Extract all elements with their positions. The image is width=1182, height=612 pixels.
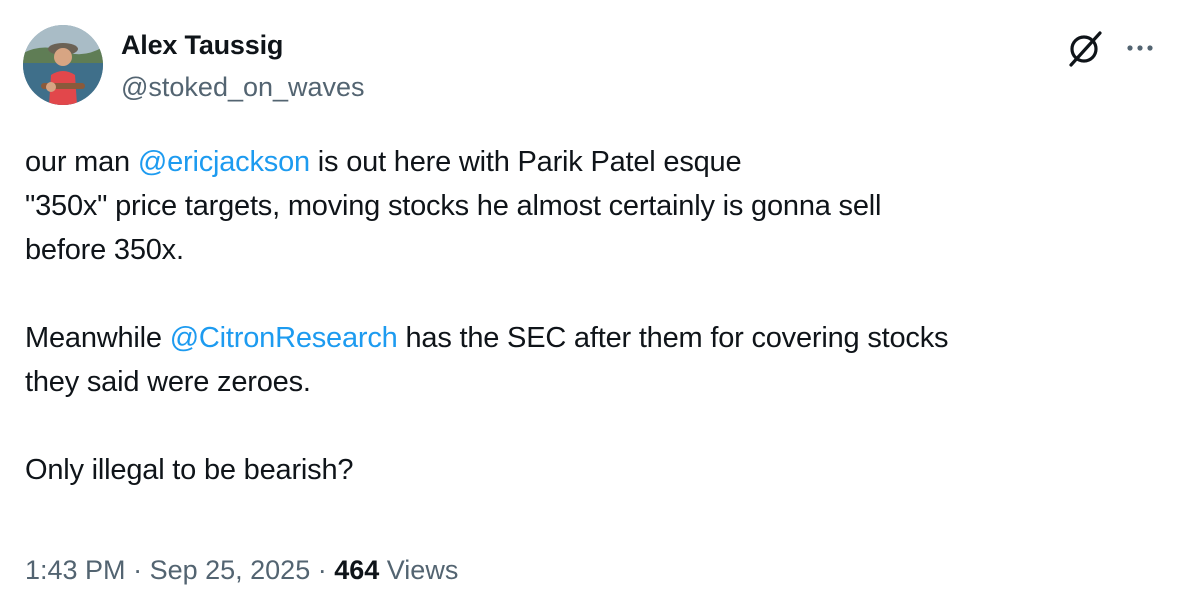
text-segment: is out here with Parik Patel esque [309,146,742,178]
grok-icon[interactable] [1064,28,1106,68]
mention-link-ericjackson[interactable]: @ericjackson [138,146,310,178]
meta-separator: · [125,555,150,585]
text-line: before 350x. [25,234,184,266]
tweet-paragraph: our man @ericjackson is out here with Pa… [25,140,1165,272]
tweet-meta: 1:43 PM · Sep 25, 2025 · 464 Views [25,553,458,587]
tweet-card: Alex Taussig @stoked_on_waves our man @e… [0,0,1182,612]
text-line: "350x" price targets, moving stocks he a… [25,190,882,222]
avatar[interactable] [23,25,103,105]
tweet-paragraph: Meanwhile @CitronResearch has the SEC af… [25,316,1165,404]
text-segment: has the SEC after them for covering stoc… [397,322,949,354]
text-line: Meanwhile @CitronResearch has the SEC af… [25,316,1165,360]
text-line: our man @ericjackson is out here with Pa… [25,140,1165,184]
tweet-paragraph: Only illegal to be bearish? [25,448,1165,492]
text-line: Only illegal to be bearish? [25,454,354,486]
text-line: they said were zeroes. [25,366,311,398]
more-options-icon[interactable] [1122,34,1158,62]
views-count[interactable]: 464 [334,555,379,585]
author-display-name[interactable]: Alex Taussig [121,28,283,62]
meta-separator: · [310,555,335,585]
tweet-date[interactable]: Sep 25, 2025 [150,555,311,585]
tweet-time[interactable]: 1:43 PM [25,555,126,585]
mention-link-citronresearch[interactable]: @CitronResearch [170,322,398,354]
views-label: Views [379,555,459,585]
tweet-text: our man @ericjackson is out here with Pa… [25,140,1165,492]
text-segment: our man [25,146,138,178]
author-handle[interactable]: @stoked_on_waves [121,70,365,104]
text-segment: Meanwhile [25,322,170,354]
avatar-photo [23,25,103,105]
